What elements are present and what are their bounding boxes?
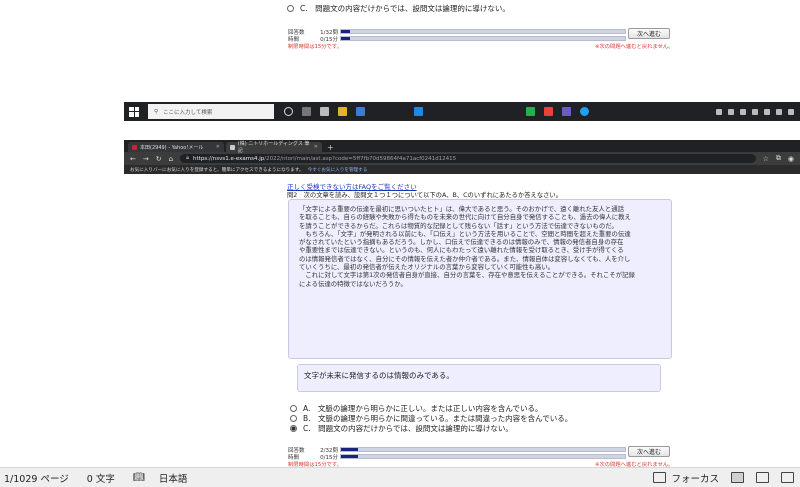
battery-icon[interactable] [764,108,770,115]
passage-line: 「文字による重要の伝達を最初に思いついたヒト」は、偉大であると思う。そのおかげで… [299,205,625,213]
new-tab-icon[interactable]: + [324,143,334,152]
passage-line: もちろん、「文字」が発明される以前にも、「口伝え」という方法を用いることで、空間… [299,229,631,238]
volume-icon[interactable] [776,108,782,115]
passage-line: がなされていたという指摘もあるだろう。しかし、口伝えで伝達できるのは情報のみで、… [299,238,624,247]
answered-progress-fill [341,448,359,451]
chevron-up-icon[interactable] [728,108,734,115]
question-text: 問2 次の文章を読み、設問文１つ１つについて以下のA、B、Cのいずれにあたるか答… [287,192,563,199]
word-status-bar: 1/1029 ページ 0 文字 📖︎ 日本語 フォーカス [0,467,800,487]
windows-taskbar: ⚲ ここに入力して検索 [124,102,800,121]
zoom-icon[interactable] [414,107,423,116]
passage-line: や重要性までは伝達できない。というのも、何人にもわたって遠い離れた情報を受け取る… [299,246,624,255]
focus-label: フォーカス [671,473,719,485]
lock-icon: 🔒︎ [186,155,190,161]
edge-icon[interactable] [580,107,589,116]
network-icon[interactable] [752,108,758,115]
prev-option-c-label: C. 問題文の内容だけからでは、設問文は論理的に導けない。 [300,4,510,13]
tab-exam[interactable]: (株) ニトリホールディングス 筆記 ✕ [226,141,322,154]
favorites-bar: お気に入りバーにお気に入りを登録すると、簡単にアクセスできるようになります。 今… [124,165,800,174]
next-warning-top: ※次の問題へ進むと戻れません。 [595,44,674,50]
ime-icon[interactable] [788,108,794,115]
word-count[interactable]: 0 文字 [87,471,115,485]
profile-icon[interactable]: ◉ [788,155,794,163]
store-icon[interactable] [356,107,365,116]
file-explorer-icon[interactable] [338,107,347,116]
passage-line: による伝達の特徴ではないだろうか。 [299,279,407,288]
people-icon[interactable] [716,108,722,115]
cloud-icon[interactable] [740,108,746,115]
answered-progress-top-fill [341,30,350,33]
page-favicon-icon [230,144,235,150]
refresh-icon[interactable]: ↻ [156,155,162,163]
option-c[interactable]: C. 問題文の内容だけからでは、設問文は論理的に導けない。 [290,423,513,434]
tab-bar: 本田(2949) - Yahoo!メール ✕ (株) ニトリホールディングス 筆… [124,140,800,154]
tab-yahoo-mail[interactable]: 本田(2949) - Yahoo!メール ✕ [128,142,224,152]
statement-text: 文字が未来に発信するのは情報のみである。 [304,371,454,380]
passage-line: ていくうちに、最初の発信者が伝えたオリジナルの言葉から変容していく可能性も高い。 [299,263,555,272]
next-button-top[interactable]: 次へ進む [628,28,670,39]
radio-c[interactable] [290,425,297,432]
language-indicator[interactable]: 日本語 [159,471,188,485]
favorites-manage-link[interactable]: 今すぐお気に入りを管理する [308,167,368,173]
windows-start-icon[interactable] [129,106,139,117]
time-progress-fill [341,455,359,458]
passage-line: を請うことができるからだ。これらは物質的な記録として残らない「話す」という方法で… [299,221,618,230]
forward-icon[interactable]: → [143,155,149,163]
browser-window: 本田(2949) - Yahoo!メール ✕ (株) ニトリホールディングス 筆… [124,140,800,180]
task-view-icon[interactable] [302,107,311,116]
time-progress-top [340,36,626,41]
passage-line: これに対して文字は第1次の発信者自身が直接、自分の言葉を、存在や意思を伝えること… [299,271,635,280]
search-icon: ⚲ [154,108,159,115]
home-icon[interactable]: ⌂ [169,155,173,163]
line-icon[interactable] [526,107,535,116]
proofing-status[interactable]: 📖︎ [133,472,145,483]
answered-progress-top [340,29,626,34]
radio-c-prev[interactable] [287,5,294,12]
tab-title: (株) ニトリホールディングス 筆記 [237,141,310,154]
statement-box: 文字が未来に発信するのは情報のみである。 [297,364,661,392]
radio-a[interactable] [290,405,297,412]
app-purple-icon[interactable] [562,107,571,116]
passage-line: のは情報発信者ではなく、自分にその情報を伝えた者か仲介者である。また、情報自体は… [299,254,631,263]
close-icon[interactable]: ✕ [314,144,318,150]
time-limit-note-top: 制限時間は15分です。 [288,44,342,50]
radio-b[interactable] [290,415,297,422]
url-path: /2022/ntori/main/ast.asp?code=5ff7fb70d5… [264,155,457,162]
option-c-label: C. 問題文の内容だけからでは、設問文は論理的に導けない。 [303,424,513,433]
favorites-hint: お気に入りバーにお気に入りを登録すると、簡単にアクセスできるようになります。 [130,167,304,173]
screenshot-page: C. 問題文の内容だけからでは、設問文は論理的に導けない。 回答数 1/32問 … [0,0,800,487]
collections-icon[interactable]: ⧉ [776,154,781,163]
prev-option-c[interactable]: C. 問題文の内容だけからでは、設問文は論理的に導けない。 [287,3,510,14]
url-domain: https://nsvs1.e-exams4.jp [193,155,265,162]
passage-box: 「文字による重要の伝達を最初に思いついたヒト」は、偉大であると思う。そのおかげで… [288,199,672,359]
page-count[interactable]: 1/1029 ページ [0,471,69,485]
url-field[interactable]: 🔒︎ https://nsvs1.e-exams4.jp /2022/ntori… [180,154,756,163]
web-layout-icon[interactable] [781,472,794,483]
focus-mode-button[interactable]: フォーカス [653,471,719,485]
time-progress-top-fill [341,37,350,40]
cortana-icon[interactable] [284,107,293,116]
close-icon[interactable]: ✕ [216,144,220,150]
favorite-star-icon[interactable]: ☆ [763,155,769,163]
print-layout-icon[interactable] [731,472,744,483]
proofing-icon: 📖︎ [132,472,145,483]
focus-icon [653,472,667,483]
taskbar-search-box[interactable]: ⚲ ここに入力して検索 [148,104,274,119]
next-button[interactable]: 次へ進む [628,446,670,457]
passage-line: を取ることも、自らの経験や失敗から得たものを未来の世代に向けて自分自身で発信する… [299,213,631,222]
app-red-icon[interactable] [544,107,553,116]
back-icon[interactable]: ← [130,155,136,163]
yahoo-favicon-icon [132,144,137,150]
calculator-icon[interactable] [320,107,329,116]
read-mode-icon[interactable] [756,472,769,483]
address-bar-row: ← → ↻ ⌂ 🔒︎ https://nsvs1.e-exams4.jp /20… [124,152,800,165]
time-progress [340,454,626,459]
taskbar-search-placeholder: ここに入力して検索 [163,109,213,116]
tab-title: 本田(2949) - Yahoo!メール [140,144,204,151]
answered-progress [340,447,626,452]
